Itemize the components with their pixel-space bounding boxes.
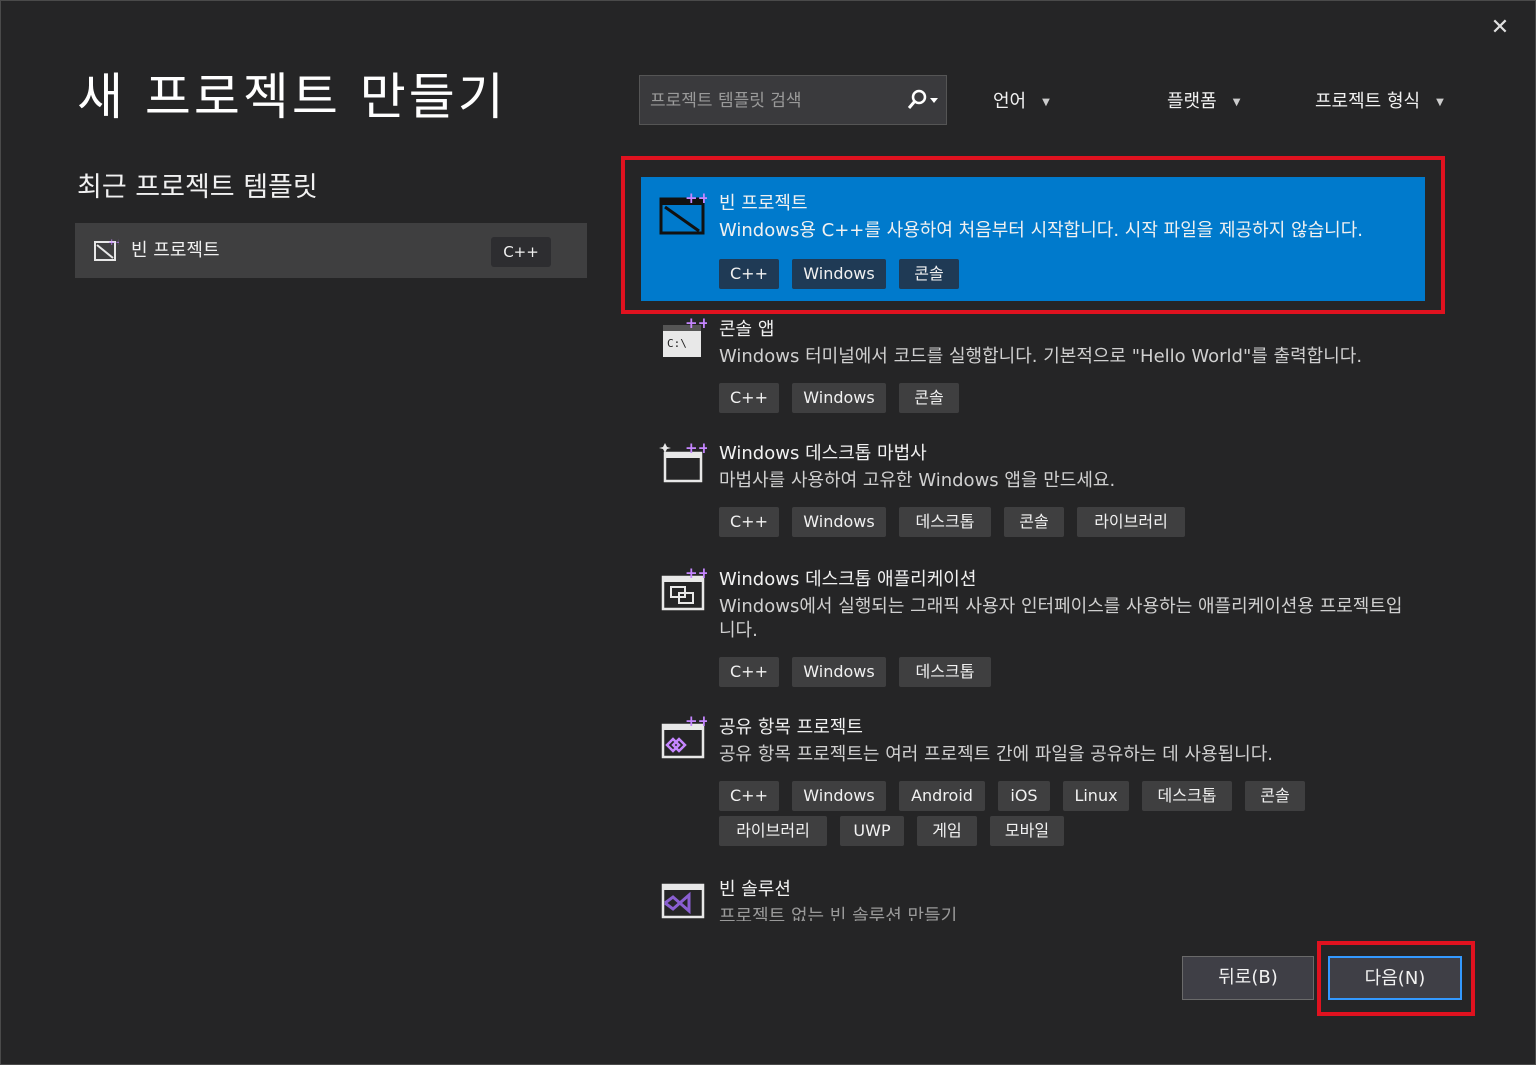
console-app-icon: C:\ ++ xyxy=(659,314,710,363)
empty-project-icon: ++ xyxy=(93,236,123,266)
svg-text:++: ++ xyxy=(685,565,707,582)
new-project-dialog: ✕ 새 프로젝트 만들기 최근 프로젝트 템플릿 ++ 빈 프로젝트 C++ 언… xyxy=(0,0,1536,1065)
svg-text:++: ++ xyxy=(685,439,707,457)
search-input[interactable] xyxy=(648,86,892,116)
svg-text:C:\: C:\ xyxy=(667,337,687,350)
template-item-blank-solution[interactable]: 빈 솔루션 프로젝트 없는 빈 솔루션 만들기 xyxy=(641,863,1425,921)
recent-template-language-tag: C++ xyxy=(491,237,551,267)
template-item-desktop-application[interactable]: ++ Windows 데스크톱 애플리케이션 Windows에서 실행되는 그래… xyxy=(641,553,1425,699)
template-description: 마법사를 사용하여 고유한 Windows 앱을 만드세요. xyxy=(719,470,1116,491)
highlight-box-selected-template xyxy=(621,156,1445,314)
recent-template-item[interactable]: ++ 빈 프로젝트 C++ xyxy=(75,223,587,278)
svg-text:++: ++ xyxy=(108,238,119,248)
template-item-shared-items[interactable]: ++ 공유 항목 프로젝트 공유 항목 프로젝트는 여러 프로젝트 간에 파일을… xyxy=(641,701,1425,861)
next-button[interactable]: 다음(N) xyxy=(1328,956,1462,1000)
svg-text:++: ++ xyxy=(685,315,707,332)
tag: 게임 xyxy=(917,816,977,846)
tag: 콘솔 xyxy=(1245,781,1305,811)
tag: 라이브러리 xyxy=(719,816,827,846)
project-type-filter-label: 프로젝트 형식 xyxy=(1315,91,1421,112)
platform-filter-label: 플랫폼 xyxy=(1167,91,1217,112)
tag: C++ xyxy=(719,781,779,811)
project-type-filter-dropdown[interactable]: 프로젝트 형식 ▼ xyxy=(1315,87,1444,113)
template-name: 빈 솔루션 xyxy=(719,879,791,900)
chevron-down-icon: ▼ xyxy=(1232,96,1241,108)
recent-templates-heading: 최근 프로젝트 템플릿 xyxy=(77,172,318,203)
tag: 콘솔 xyxy=(1004,507,1064,537)
search-icon[interactable] xyxy=(906,88,946,114)
chevron-down-icon: ▼ xyxy=(1436,96,1444,108)
tag: 라이브러리 xyxy=(1077,507,1185,537)
desktop-app-icon: ++ xyxy=(659,564,710,613)
back-button[interactable]: 뒤로(B) xyxy=(1182,956,1314,1000)
shared-items-icon: ++ xyxy=(659,712,710,761)
tag: C++ xyxy=(719,507,779,537)
chevron-down-icon: ▼ xyxy=(1042,96,1050,108)
template-description: 프로젝트 없는 빈 솔루션 만들기 xyxy=(719,906,958,921)
blank-solution-icon xyxy=(659,875,707,921)
tag: iOS xyxy=(998,781,1050,811)
tag: 데스크톱 xyxy=(899,507,991,537)
template-item-console-app[interactable]: C:\ ++ 콘솔 앱 Windows 터미널에서 코드를 실행합니다. 기본적… xyxy=(641,303,1425,425)
template-name: Windows 데스크톱 애플리케이션 xyxy=(719,569,977,590)
tag: 콘솔 xyxy=(899,383,959,413)
tag: Linux xyxy=(1063,781,1129,811)
tag: Windows xyxy=(792,781,886,811)
template-name: 콘솔 앱 xyxy=(719,319,775,340)
tag: C++ xyxy=(719,657,779,687)
template-description: Windows 터미널에서 코드를 실행합니다. 기본적으로 "Hello Wo… xyxy=(719,346,1363,367)
tag: Windows xyxy=(792,507,886,537)
template-name: 공유 항목 프로젝트 xyxy=(719,717,863,738)
platform-filter-dropdown[interactable]: 플랫폼 ▼ xyxy=(1167,87,1240,113)
template-item-desktop-wizard[interactable]: ++ Windows 데스크톱 마법사 마법사를 사용하여 고유한 Window… xyxy=(641,427,1425,549)
svg-text:++: ++ xyxy=(685,713,707,730)
template-search-box xyxy=(639,75,947,125)
tag: 모바일 xyxy=(990,816,1064,846)
language-filter-label: 언어 xyxy=(993,91,1027,112)
language-filter-dropdown[interactable]: 언어 ▼ xyxy=(993,87,1050,113)
tag: 데스크톱 xyxy=(1142,781,1232,811)
template-description: 공유 항목 프로젝트는 여러 프로젝트 간에 파일을 공유하는 데 사용됩니다. xyxy=(719,744,1274,765)
tag: 데스크톱 xyxy=(899,657,991,687)
tag: Windows xyxy=(792,383,886,413)
recent-template-label: 빈 프로젝트 xyxy=(131,240,220,261)
tag: C++ xyxy=(719,383,779,413)
wizard-icon: ++ xyxy=(659,439,710,487)
template-name: Windows 데스크톱 마법사 xyxy=(719,443,927,464)
template-description: Windows에서 실행되는 그래픽 사용자 인터페이스를 사용하는 애플리케이… xyxy=(719,596,1403,641)
tag: Android xyxy=(899,781,985,811)
close-icon[interactable]: ✕ xyxy=(1487,15,1513,41)
tag: UWP xyxy=(840,816,904,846)
page-title: 새 프로젝트 만들기 xyxy=(77,68,507,126)
tag: Windows xyxy=(792,657,886,687)
